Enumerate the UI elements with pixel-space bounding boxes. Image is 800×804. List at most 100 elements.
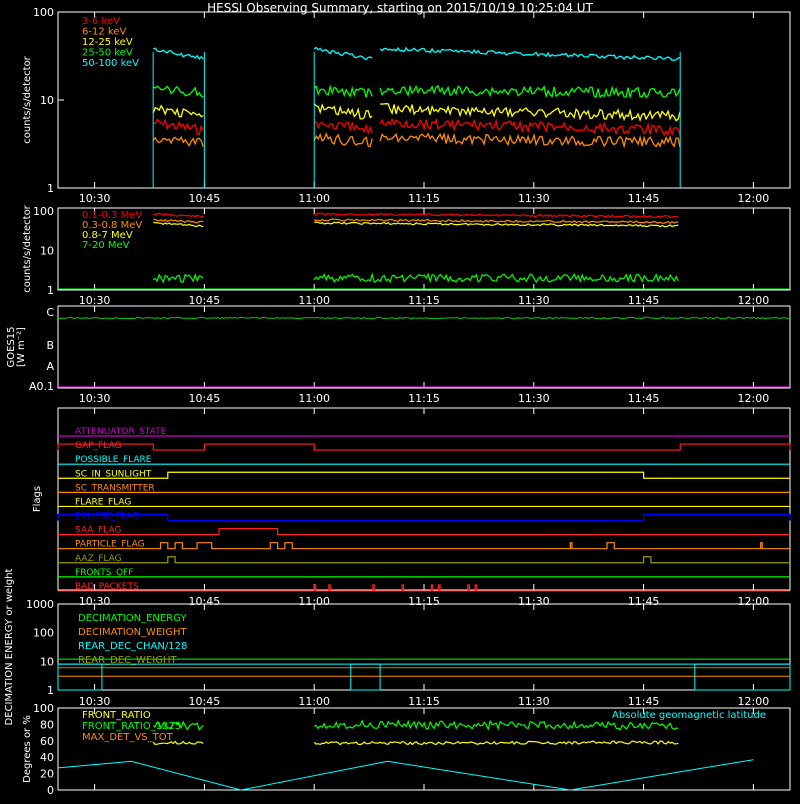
plot-title: HESSI Observing Summary, starting on 201… (207, 1, 593, 15)
x-tick-label: 11:15 (408, 294, 440, 307)
p0-legend-1: 6-12 keV (82, 27, 126, 38)
x-tick-label: 11:00 (298, 294, 330, 307)
p2-goes-curve (57, 316, 791, 320)
p0-series-2-0 (152, 104, 204, 118)
flag-line-7 (58, 528, 790, 536)
p1-series-0-1 (314, 212, 679, 219)
x-tick-label: 11:45 (628, 294, 660, 307)
p0-legend-3: 25-50 keV (82, 48, 133, 59)
flag-label-0: ATTENUATOR_STATE (75, 427, 167, 437)
p5-legend-1: FRONT_RATIO_1225 (82, 721, 181, 732)
p4-legend-3: REAR_DEC_WEIGHT (78, 655, 177, 666)
p2-yunits: [W m⁻²] (16, 327, 27, 367)
x-tick-label: 10:45 (189, 192, 221, 205)
x-tick-label: 10:30 (79, 192, 111, 205)
x-tick-label: 11:00 (298, 695, 330, 708)
x-tick-label: 11:45 (628, 192, 660, 205)
p0-series-4-2 (379, 46, 681, 61)
p0-series-3-1 (313, 84, 373, 98)
p2-y-tick: A0.1 (29, 380, 54, 393)
x-tick-label: 10:45 (189, 695, 221, 708)
flag-label-8: PARTICLE_FLAG (75, 540, 145, 550)
x-tick-label: 11:00 (298, 192, 330, 205)
p0-series-3-0 (152, 85, 204, 98)
p0-series-3-2 (379, 84, 681, 100)
p4-y-tick: 1 (47, 684, 54, 697)
x-tick-label: 11:15 (408, 192, 440, 205)
p0-y-tick: 10 (40, 94, 54, 107)
p1-series-0-0 (153, 212, 204, 218)
p5-y-tick: 0 (47, 784, 54, 797)
p1-series-1-0 (153, 218, 204, 224)
x-tick-label: 11:15 (408, 392, 440, 405)
hessi-summary-chart: 10:30 10:45 11:00 11:15 11:30 11:45 12:00 10:30… (4, 6, 791, 797)
flag-line-6 (57, 513, 791, 522)
flag-label-11: BAD_PACKETS (75, 582, 139, 592)
p0-legend-0: 3-6 keV (82, 16, 120, 27)
p4-y-tick: 100 (33, 627, 54, 640)
p0-series-2-1 (313, 103, 373, 120)
x-tick-label: 11:45 (628, 695, 660, 708)
p0-ylabel: counts/s/detector (22, 55, 33, 143)
x-tick-label: 12:00 (738, 392, 770, 405)
x-tick-label: 10:45 (189, 294, 221, 307)
flag-line-9 (58, 556, 790, 564)
x-tick-label: 10:30 (79, 695, 111, 708)
p0-series-4-0 (153, 47, 204, 60)
p0-series-1-2 (379, 131, 681, 149)
p2-y-tick: C (46, 306, 54, 319)
p5-legend-0: FRONT_RATIO (82, 710, 151, 721)
flag-line-1 (57, 443, 791, 451)
x-tick-label: 12:00 (738, 294, 770, 307)
flag-line-8 (58, 542, 790, 550)
p5-y-tick: 100 (33, 702, 54, 715)
p0-legend-2: 12-25 keV (82, 37, 133, 48)
p2-y-tick: B (46, 339, 54, 352)
flag-label-9: AAZ_FLAG (75, 554, 122, 564)
p1-series-3-0 (152, 273, 204, 284)
p5-y-tick: 80 (40, 718, 54, 731)
p0-series-0-1 (313, 121, 373, 135)
flag-label-3: SC_IN_SUNLIGHT (75, 469, 152, 479)
p5-annotation: Absolute geomagnetic latitude (612, 710, 766, 721)
p0-series-1-1 (313, 132, 373, 148)
p3-ylabel: Flags (32, 486, 43, 512)
x-tick-label: 11:45 (628, 392, 660, 405)
x-tick-label: 12:00 (738, 695, 770, 708)
p4-ylabel: DECIMATION ENERGY or weight (4, 568, 15, 725)
x-tick-label: 11:30 (518, 192, 550, 205)
x-tick-label: 11:30 (518, 695, 550, 708)
p4-legend-2: REAR_DEC_CHAN/128 (78, 641, 187, 652)
p4-legend-1: DECIMATION_WEIGHT (78, 627, 187, 638)
flag-label-10: FRONTS_OFF (75, 568, 133, 578)
flag-label-1: GAP_FLAG (75, 441, 121, 451)
p1-y-tick: 100 (33, 205, 54, 218)
p0-y-tick: 1 (47, 182, 54, 195)
p1-y-tick: 10 (40, 245, 54, 258)
flag-label-6: ECLIPSE_FLAG (75, 512, 139, 522)
flag-label-7: SAA_FLAG (75, 526, 121, 536)
p5-y-tick: 40 (40, 751, 54, 764)
x-tick-label: 11:00 (298, 392, 330, 405)
p4-legend-0: DECIMATION_ENERGY (78, 613, 187, 624)
x-tick-label: 11:15 (408, 695, 440, 708)
x-tick-label: 11:30 (518, 294, 550, 307)
p5-series-1-1 (314, 719, 679, 731)
p5-ylabel: Degrees or % (22, 715, 33, 783)
p5-legend-2: MAX_DET_VS_TOT (82, 732, 174, 743)
p2-y-tick: A (46, 360, 54, 373)
p5-latitude-curve (57, 759, 754, 791)
p0-series-0-2 (379, 117, 681, 137)
p4-y-tick: 10 (40, 655, 54, 668)
flag-line-3 (58, 471, 790, 479)
p1-series-2-1 (314, 221, 679, 228)
x-tick-label: 12:00 (738, 192, 770, 205)
flag-label-4: SC_TRANSMITTER (75, 483, 155, 493)
p1-series-3-1 (313, 272, 679, 284)
x-tick-label: 10:30 (79, 392, 111, 405)
p1-y-tick: 1 (47, 284, 54, 297)
x-tick-label: 10:45 (189, 392, 221, 405)
x-tick-label: 10:30 (79, 294, 111, 307)
flag-label-5: FLARE_FLAG (75, 497, 131, 507)
p1-legend-3: 7-20 MeV (82, 240, 130, 251)
